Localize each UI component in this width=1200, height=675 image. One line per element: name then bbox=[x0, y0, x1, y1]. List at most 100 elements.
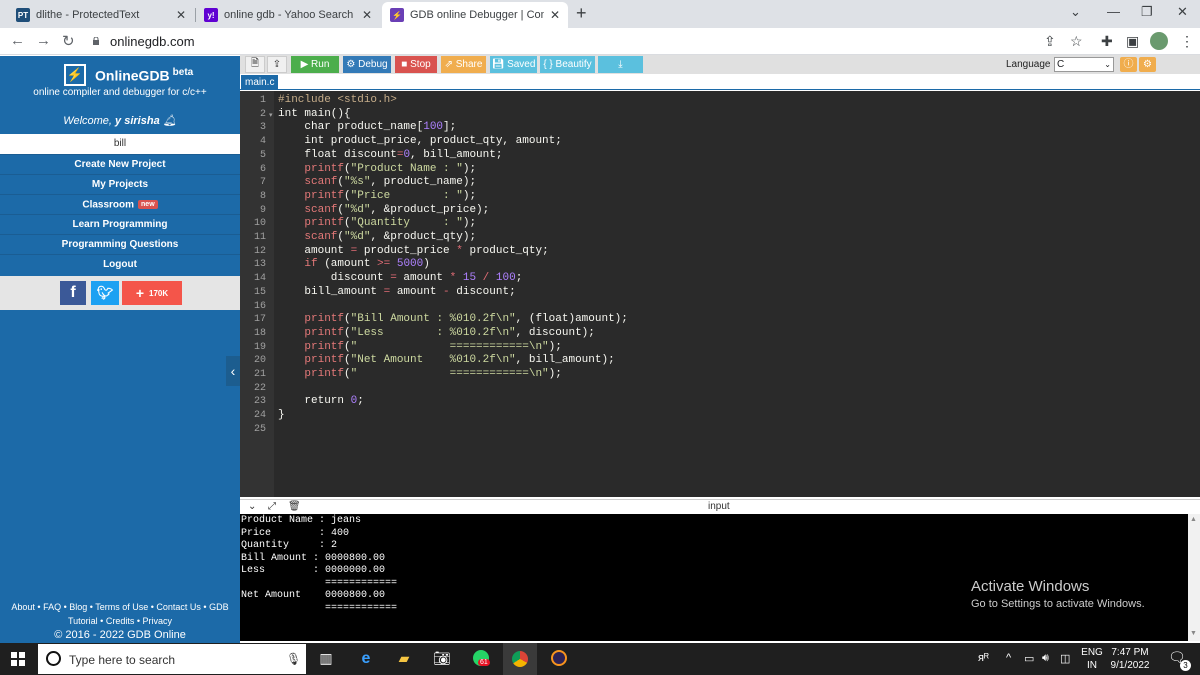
menu-kebab-icon[interactable]: ⋮ bbox=[1180, 33, 1194, 50]
volume-icon[interactable]: 🔊︎ bbox=[1042, 652, 1049, 665]
code-line[interactable]: scanf("%s", product_name); bbox=[278, 176, 476, 188]
close-tab-icon[interactable]: ✕ bbox=[362, 8, 372, 22]
new-file-icon[interactable]: 🗎 bbox=[245, 56, 265, 73]
code-editor[interactable]: 1 2 ▾ 3 4 5 6 7 8 9 10 11 12 13 14 15 16 17 18 19 20 21 22 23 24… bbox=[240, 91, 1200, 497]
url-text[interactable]: onlinegdb.com bbox=[110, 34, 195, 49]
collapse-sidebar-icon[interactable]: ‹ bbox=[226, 356, 240, 386]
clear-output-icon[interactable]: 🗑︎ bbox=[288, 501, 301, 512]
code-line[interactable]: printf(" ============\n"); bbox=[278, 368, 561, 380]
eclipse-icon[interactable] bbox=[548, 650, 570, 668]
sidebar-item-learn-programming[interactable]: Learn Programming bbox=[0, 214, 240, 234]
sidebar-item-classroom[interactable]: Classroom new bbox=[0, 194, 240, 214]
upload-icon[interactable]: ⇪ bbox=[267, 56, 287, 73]
code-line[interactable]: printf("Less : %010.2f\n", discount); bbox=[278, 327, 594, 339]
extensions-icon[interactable]: ✚ bbox=[1101, 33, 1113, 50]
console-scrollbar[interactable]: ▲ ▼ bbox=[1188, 514, 1200, 641]
beautify-button[interactable]: { } Beautify bbox=[540, 56, 595, 73]
stop-button[interactable]: ■ Stop bbox=[395, 56, 437, 73]
footer-links-1[interactable]: About • FAQ • Blog • Terms of Use • Cont… bbox=[0, 600, 240, 614]
code-line[interactable]: printf(" ============\n"); bbox=[278, 341, 561, 353]
taskbar-search[interactable]: Type here to search 🎙︎ bbox=[38, 644, 306, 674]
collapse-panel-icon[interactable]: ⌄ bbox=[248, 501, 256, 512]
code-line[interactable]: } bbox=[278, 409, 285, 421]
camera-icon[interactable]: 📷︎ bbox=[432, 650, 452, 668]
share-page-icon[interactable]: ⇪ bbox=[1044, 33, 1056, 50]
code-line[interactable]: scanf("%d", &product_price); bbox=[278, 204, 489, 216]
code-line[interactable]: float discount=0, bill_amount; bbox=[278, 149, 502, 161]
code-line[interactable]: #include <stdio.h> bbox=[278, 94, 397, 106]
share-button[interactable]: ⇗ Share bbox=[441, 56, 486, 73]
onlinegdb-favicon-icon: ⚡ bbox=[390, 8, 404, 22]
task-view-icon[interactable]: ▥ bbox=[316, 650, 336, 668]
code-line[interactable]: printf("Product Name : "); bbox=[278, 163, 476, 175]
tab-search-icon[interactable]: ⌄ bbox=[1070, 4, 1081, 20]
battery-icon[interactable]: ▭ bbox=[1024, 652, 1034, 665]
close-window-icon[interactable]: ✕ bbox=[1177, 4, 1188, 20]
sidebar-item-logout[interactable]: Logout bbox=[0, 254, 240, 274]
code-line[interactable]: return 0; bbox=[278, 395, 363, 407]
scroll-up-icon[interactable]: ▲ bbox=[1190, 516, 1197, 523]
sidebar-item-programming-questions[interactable]: Programming Questions bbox=[0, 234, 240, 254]
close-tab-icon[interactable]: ✕ bbox=[176, 8, 186, 22]
network-icon[interactable]: ◫ bbox=[1060, 652, 1070, 665]
edge-icon[interactable]: e bbox=[356, 650, 376, 668]
code-line[interactable]: printf("Bill Amount : %010.2f\n", (float… bbox=[278, 313, 627, 325]
browser-tab-onlinegdb[interactable]: ⚡ GDB online Debugger | Compiler ✕ bbox=[382, 2, 568, 28]
bell-icon[interactable]: 🔔︎ bbox=[163, 115, 177, 127]
side-panel-icon[interactable]: ▣ bbox=[1126, 33, 1139, 50]
file-tab-main-c[interactable]: main.c bbox=[241, 75, 279, 90]
fold-toggle-icon[interactable]: ▾ bbox=[269, 111, 273, 119]
tray-chevron-icon[interactable]: ^ bbox=[1006, 652, 1011, 664]
notification-count: 3 bbox=[1180, 660, 1191, 671]
people-icon[interactable]: ᴙᴿ bbox=[978, 652, 989, 664]
download-icon[interactable]: ⤓ bbox=[598, 56, 643, 73]
forward-icon[interactable]: → bbox=[36, 32, 51, 49]
sidebar-item-bill[interactable]: bill bbox=[0, 134, 240, 154]
new-tab-icon[interactable]: + bbox=[576, 3, 587, 24]
code-line[interactable]: bill_amount = amount - discount; bbox=[278, 286, 515, 298]
sidebar-item-my-projects[interactable]: My Projects bbox=[0, 174, 240, 194]
footer-links-2[interactable]: Tutorial • Credits • Privacy bbox=[0, 614, 240, 628]
line-number: 22 bbox=[253, 382, 266, 394]
restore-icon[interactable]: ❐ bbox=[1141, 4, 1153, 20]
code-line[interactable]: int product_price, product_qty, amount; bbox=[278, 135, 561, 147]
whatsapp-icon[interactable]: 61 bbox=[470, 650, 492, 668]
minimize-icon[interactable]: — bbox=[1107, 4, 1120, 19]
sidebar-item-create-new-project[interactable]: Create New Project bbox=[0, 154, 240, 174]
profile-avatar[interactable] bbox=[1150, 32, 1168, 50]
share-count-button[interactable]: +170K bbox=[122, 281, 182, 305]
microphone-icon[interactable]: 🎙︎ bbox=[286, 652, 301, 666]
language-select[interactable]: C ⌄ bbox=[1054, 57, 1114, 72]
input-language[interactable]: ENG IN bbox=[1080, 646, 1104, 672]
code-line[interactable]: int main(){ bbox=[278, 108, 351, 120]
code-line[interactable]: printf("Quantity : "); bbox=[278, 217, 476, 229]
settings-gear-icon[interactable]: ⚙ bbox=[1139, 57, 1156, 72]
back-icon[interactable]: ← bbox=[10, 32, 25, 49]
welcome-user[interactable]: y sirisha bbox=[115, 115, 160, 127]
windows-start-icon[interactable] bbox=[11, 652, 25, 666]
browser-tab-protectedtext[interactable]: PT dlithe - ProtectedText ✕ bbox=[8, 2, 194, 28]
brand-header[interactable]: ⚡ OnlineGDB beta online compiler and debu… bbox=[0, 56, 240, 104]
debug-button[interactable]: ⚙ Debug bbox=[343, 56, 391, 73]
save-button[interactable]: 💾︎ Saved bbox=[490, 56, 537, 73]
code-line[interactable]: amount = product_price * product_qty; bbox=[278, 245, 548, 257]
bookmark-star-icon[interactable]: ☆ bbox=[1070, 33, 1083, 50]
code-line[interactable]: if (amount >= 5000) bbox=[278, 258, 429, 270]
scroll-down-icon[interactable]: ▼ bbox=[1190, 630, 1197, 637]
run-button[interactable]: ▶ Run bbox=[291, 56, 339, 73]
code-line[interactable]: printf("Price : "); bbox=[278, 190, 476, 202]
browser-tab-yahoo[interactable]: y! online gdb - Yahoo Search Result ✕ bbox=[196, 2, 380, 28]
code-line[interactable]: printf("Net Amount %010.2f\n", bill_amou… bbox=[278, 354, 614, 366]
expand-panel-icon[interactable]: ⤢ bbox=[268, 501, 276, 512]
code-line[interactable]: char product_name[100]; bbox=[278, 121, 456, 133]
info-icon[interactable]: ⓘ bbox=[1120, 57, 1137, 72]
twitter-icon[interactable]: 🐦︎ bbox=[91, 281, 119, 305]
reload-icon[interactable]: ↻ bbox=[62, 32, 75, 50]
system-clock[interactable]: 7:47 PM 9/1/2022 bbox=[1105, 646, 1155, 672]
facebook-icon[interactable]: f bbox=[60, 281, 86, 305]
chrome-icon[interactable] bbox=[503, 643, 537, 675]
close-tab-icon[interactable]: ✕ bbox=[550, 8, 560, 22]
code-line[interactable]: discount = amount * 15 / 100; bbox=[278, 272, 523, 284]
file-explorer-icon[interactable]: ▰ bbox=[394, 650, 414, 668]
code-line[interactable]: scanf("%d", &product_qty); bbox=[278, 231, 476, 243]
